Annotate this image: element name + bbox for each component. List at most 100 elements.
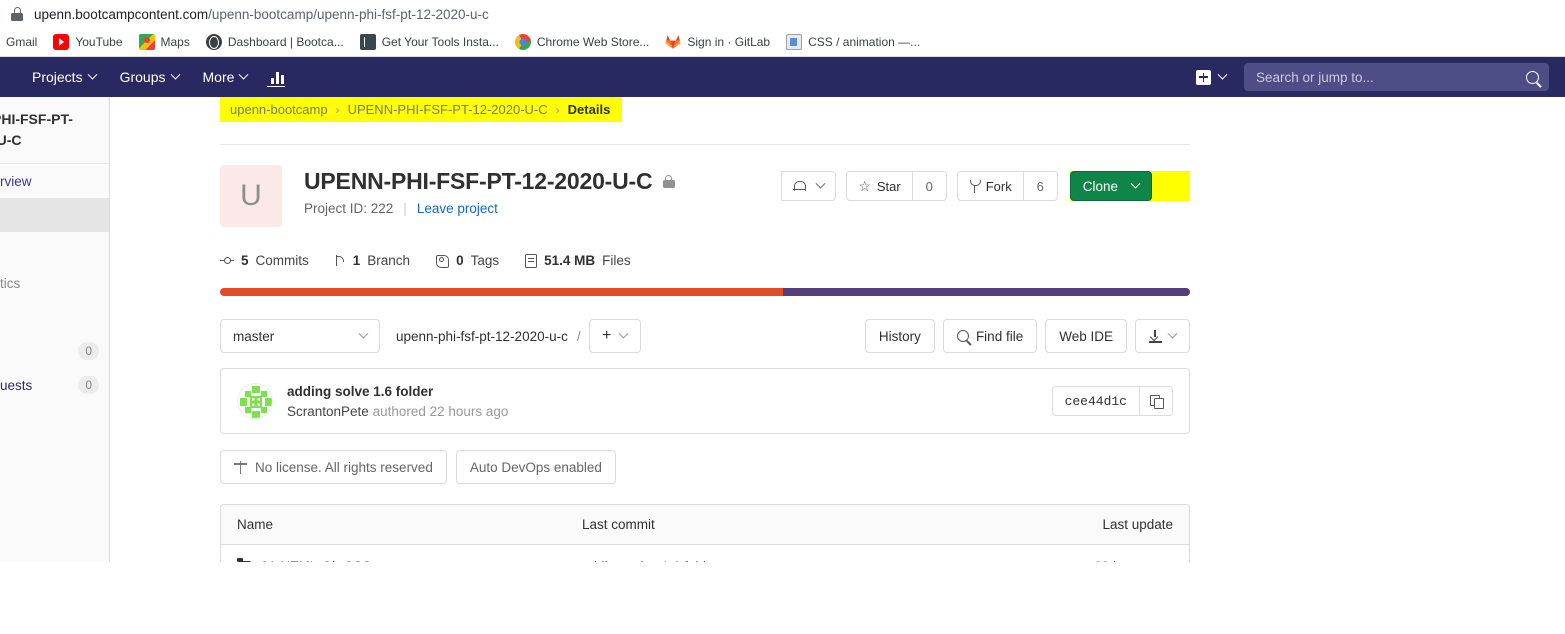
notification-settings-button[interactable] bbox=[781, 171, 837, 201]
notification-button-group bbox=[781, 171, 837, 201]
path-root-label[interactable]: upenn-phi-fsf-pt-12-2020-u-c bbox=[396, 329, 568, 344]
fork-icon bbox=[969, 180, 981, 193]
download-icon bbox=[1149, 329, 1162, 343]
chevron-down-icon bbox=[1167, 328, 1178, 339]
clone-label: Clone bbox=[1082, 178, 1118, 194]
avatar bbox=[237, 383, 273, 419]
bookmark-css-animation[interactable]: CSS / animation —... bbox=[778, 31, 928, 54]
commit-author-line: ScrantonPete authored 22 hours ago bbox=[287, 404, 508, 419]
table-header-row: Name Last commit Last update bbox=[221, 505, 1189, 545]
bookmark-label: Gmail bbox=[6, 35, 38, 49]
breadcrumb-project[interactable]: UPENN-PHI-FSF-PT-12-2020-U-C bbox=[348, 102, 548, 117]
analytics-bar-chart-icon[interactable] bbox=[259, 70, 296, 87]
license-badge[interactable]: No license. All rights reserved bbox=[220, 450, 447, 484]
tag-icon bbox=[436, 254, 449, 267]
auto-devops-badge[interactable]: Auto DevOps enabled bbox=[455, 450, 616, 484]
language-segment-css[interactable] bbox=[782, 288, 1190, 296]
bell-icon bbox=[793, 180, 807, 193]
search-icon[interactable] bbox=[1526, 70, 1539, 84]
clone-highlight: Clone bbox=[1069, 171, 1190, 201]
top-nav-links: Projects Groups More bbox=[20, 57, 296, 97]
nav-groups[interactable]: Groups bbox=[108, 57, 191, 97]
stat-files[interactable]: 51.4 MB Files bbox=[525, 253, 631, 268]
star-label: Star bbox=[876, 178, 901, 194]
star-button[interactable]: ☆ Star bbox=[846, 171, 913, 201]
path-breadcrumb: upenn-phi-fsf-pt-12-2020-u-c / bbox=[396, 329, 581, 344]
sidebar-item-details[interactable] bbox=[0, 198, 109, 232]
sidebar-project-title: PHI-FSF-PT- -U-C bbox=[0, 97, 109, 164]
bookmark-chrome-web-store[interactable]: Chrome Web Store... bbox=[507, 31, 658, 54]
bookmark-youtube[interactable]: YouTube bbox=[45, 31, 130, 54]
files-label: Files bbox=[602, 253, 631, 268]
search-box[interactable] bbox=[1244, 63, 1549, 91]
bookmark-dashboard[interactable]: Dashboard | Bootca... bbox=[198, 31, 352, 54]
history-label: History bbox=[878, 328, 921, 344]
search-icon bbox=[956, 330, 969, 342]
clone-button[interactable]: Clone bbox=[1069, 171, 1152, 201]
gitlab-fox-icon bbox=[665, 34, 681, 50]
project-id-label: Project ID: 222 bbox=[304, 201, 394, 216]
fork-label: Fork bbox=[985, 178, 1012, 194]
column-header-name: Name bbox=[237, 517, 274, 532]
nav-more[interactable]: More bbox=[191, 57, 260, 97]
stat-branches[interactable]: 1 Branch bbox=[335, 253, 410, 268]
commit-author-name[interactable]: ScrantonPete bbox=[287, 404, 369, 419]
star-count[interactable]: 0 bbox=[912, 171, 947, 201]
column-header-last-commit: Last commit bbox=[582, 517, 655, 532]
branch-selector[interactable]: master bbox=[220, 319, 380, 353]
bookmarks-bar: Gmail YouTube Maps Dashboard | Bootca...… bbox=[0, 28, 1565, 57]
stat-commits[interactable]: 5 Commits bbox=[220, 253, 309, 268]
copy-sha-button[interactable] bbox=[1139, 386, 1173, 416]
bookmark-gitlab-signin[interactable]: Sign in · GitLab bbox=[657, 31, 778, 54]
new-item-button[interactable] bbox=[1190, 69, 1232, 85]
css-doc-icon bbox=[786, 34, 803, 50]
url-text: upenn.bootcampcontent.com/upenn-bootcamp… bbox=[34, 7, 489, 22]
commit-sha-group: cee44d1c bbox=[1051, 386, 1173, 416]
table-row[interactable]: 01-HTML-Git-CSS adding solve 1.6 folder … bbox=[221, 545, 1189, 562]
language-segment-html[interactable] bbox=[220, 288, 783, 296]
fork-count[interactable]: 6 bbox=[1023, 171, 1058, 201]
project-badges-row: No license. All rights reserved Auto Dev… bbox=[220, 450, 1190, 484]
chrome-icon bbox=[514, 34, 531, 50]
bookmark-get-your-tools[interactable]: Get Your Tools Insta... bbox=[352, 31, 507, 54]
fork-button[interactable]: Fork bbox=[956, 171, 1024, 201]
file-last-commit-cell[interactable]: adding solve 1.6 folder bbox=[582, 559, 1053, 563]
book-icon bbox=[359, 34, 376, 50]
chevron-down-icon bbox=[358, 328, 369, 339]
tags-count: 0 bbox=[456, 253, 464, 268]
commit-sha[interactable]: cee44d1c bbox=[1051, 386, 1139, 416]
address-bar[interactable]: upenn.bootcampcontent.com/upenn-bootcamp… bbox=[0, 0, 1565, 28]
breadcrumb-group[interactable]: upenn-bootcamp bbox=[230, 102, 328, 117]
web-ide-label: Web IDE bbox=[1059, 328, 1113, 344]
sidebar-item-repository[interactable] bbox=[0, 300, 109, 334]
scale-icon bbox=[234, 460, 247, 474]
nav-projects-label: Projects bbox=[32, 69, 83, 85]
project-header-actions: ☆ Star 0 Fork 6 Clone bbox=[781, 165, 1190, 201]
stat-tags[interactable]: 0 Tags bbox=[436, 253, 499, 268]
bookmark-maps[interactable]: Maps bbox=[131, 31, 198, 54]
repository-panel: master upenn-phi-fsf-pt-12-2020-u-c / + … bbox=[220, 318, 1190, 562]
commit-message[interactable]: adding solve 1.6 folder bbox=[287, 384, 508, 399]
main-content: upenn-bootcamp › UPENN-PHI-FSF-PT-12-202… bbox=[110, 97, 1565, 562]
download-button[interactable] bbox=[1135, 319, 1190, 353]
sidebar-item-label: uests bbox=[0, 377, 33, 393]
sidebar-item-analytics[interactable]: tics bbox=[0, 266, 109, 300]
sidebar-item-activity[interactable] bbox=[0, 232, 109, 266]
web-ide-button[interactable]: Web IDE bbox=[1045, 319, 1127, 353]
plus-square-icon bbox=[1196, 69, 1211, 85]
sidebar-item-overview[interactable]: rview bbox=[0, 164, 109, 198]
breadcrumb-separator-icon: › bbox=[335, 102, 340, 117]
history-button[interactable]: History bbox=[864, 319, 935, 353]
find-file-button[interactable]: Find file bbox=[942, 319, 1038, 353]
add-to-repo-button[interactable]: + bbox=[588, 319, 641, 353]
search-input[interactable] bbox=[1254, 68, 1526, 86]
bookmark-gmail[interactable]: Gmail bbox=[0, 31, 45, 54]
leave-project-link[interactable]: Leave project bbox=[417, 201, 498, 216]
file-name-link[interactable]: 01-HTML-Git-CSS bbox=[261, 559, 371, 563]
sidebar-item-merge-requests[interactable]: uests 0 bbox=[0, 368, 109, 402]
repository-toolbar-right: History Find file Web IDE bbox=[864, 319, 1190, 353]
nav-projects[interactable]: Projects bbox=[20, 57, 108, 97]
sidebar-item-issues[interactable]: 0 bbox=[0, 334, 109, 368]
header-divider bbox=[220, 144, 1190, 145]
auto-devops-label: Auto DevOps enabled bbox=[469, 459, 602, 475]
